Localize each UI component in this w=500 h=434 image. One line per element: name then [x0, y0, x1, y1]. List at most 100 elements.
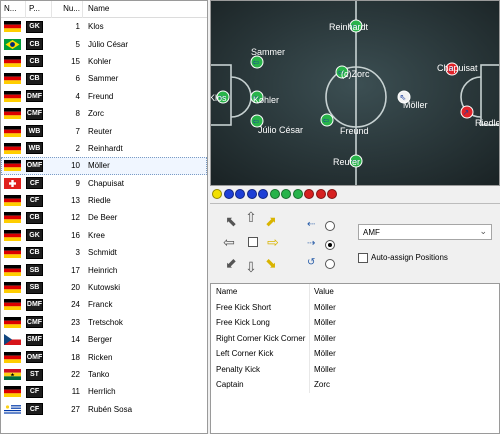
player-number: 5: [75, 39, 80, 49]
pitch-player[interactable]: ⇦Reuter: [333, 154, 363, 168]
color-ball-icon[interactable]: [269, 189, 280, 199]
list-row[interactable]: CB 15 Kohler: [1, 53, 207, 70]
property-row[interactable]: Captain Zorc: [211, 377, 499, 393]
player-number: 10: [71, 161, 80, 171]
list-row[interactable]: CB 12 De Beer: [1, 209, 207, 226]
list-row[interactable]: OMF 18 Ricken: [1, 348, 207, 365]
list-row[interactable]: SB 17 Heinrich: [1, 261, 207, 278]
property-value[interactable]: Möller: [310, 334, 336, 343]
position-badge: WB: [26, 125, 43, 138]
column-name-header[interactable]: Name: [83, 1, 207, 18]
list-row[interactable]: CF 13 Riedle: [1, 192, 207, 209]
pitch-graphic: ⇦Klos⇦Sammer⇦Kohler⇦Júlio César⇦Reinhard…: [211, 1, 499, 185]
list-row[interactable]: CB 3 Schmidt: [1, 244, 207, 261]
list-row[interactable]: CF 11 Herrlich: [1, 383, 207, 400]
list-row[interactable]: ST 22 Tanko: [1, 366, 207, 383]
property-value[interactable]: Möller: [310, 303, 336, 312]
list-row[interactable]: CB 5 Júlio César: [1, 35, 207, 52]
player-name: Tanko: [88, 370, 110, 379]
property-value[interactable]: Zorc: [310, 380, 330, 389]
list-row[interactable]: CF 27 Rubén Sosa: [1, 401, 207, 418]
flag-czech-icon: [1, 334, 26, 346]
color-ball-icon[interactable]: [281, 189, 291, 199]
property-row[interactable]: Free Kick Short Möller: [211, 299, 499, 315]
player-list[interactable]: N... P... Nu... Name GK 1 Klos CB 5 Júlio Cés…: [0, 0, 208, 434]
player-label: Möller: [403, 100, 428, 110]
position-select[interactable]: AMF ⌄: [358, 224, 492, 240]
list-row[interactable]: DMF 4 Freund: [1, 88, 207, 105]
radio-option-1[interactable]: [325, 221, 335, 231]
column-nationality-header[interactable]: N...: [1, 1, 26, 18]
list-row[interactable]: SMF 14 Berger: [1, 331, 207, 348]
arrow-down-right-icon[interactable]: ⬊: [264, 256, 278, 270]
formation-pitch[interactable]: ⇦Klos⇦Sammer⇦Kohler⇦Júlio César⇦Reinhard…: [210, 0, 500, 186]
arrow-down-icon[interactable]: ⇩: [244, 260, 258, 274]
arrow-up-icon[interactable]: ⇧: [244, 210, 258, 224]
player-number: 3: [75, 248, 80, 258]
player-number: 13: [71, 196, 80, 206]
player-label: Reinhardt: [329, 22, 369, 32]
color-ball-icon[interactable]: [315, 189, 326, 199]
list-row[interactable]: WB 2 Reinhardt: [1, 140, 207, 157]
arrow-up-left-icon[interactable]: ⬉: [224, 214, 238, 228]
player-name: De Beer: [88, 213, 118, 223]
player-name: Tretschok: [88, 317, 123, 327]
color-ball-icon[interactable]: [223, 189, 234, 199]
flag-germany-icon: [1, 386, 26, 398]
column-number-header[interactable]: Nu...: [52, 1, 83, 18]
color-ball-icon[interactable]: [212, 189, 222, 199]
list-row[interactable]: GK 16 Kree: [1, 227, 207, 244]
list-row[interactable]: OMF 10 Möller: [1, 157, 207, 175]
list-row[interactable]: CMF 8 Zorc: [1, 105, 207, 122]
property-row[interactable]: Right Corner Kick Corner Möller: [211, 330, 499, 346]
auto-assign-checkbox[interactable]: [358, 253, 368, 263]
player-number: 23: [71, 317, 80, 327]
radio-option-2[interactable]: [325, 240, 335, 250]
property-name: Free Kick Short: [211, 299, 310, 315]
color-ball-icon[interactable]: [258, 189, 268, 199]
column-position-header[interactable]: P...: [26, 1, 52, 18]
player-name: Chapuisat: [88, 178, 125, 188]
color-ball-icon[interactable]: [327, 189, 337, 199]
color-ball-icon[interactable]: [235, 189, 245, 199]
radio-option-3[interactable]: [325, 259, 335, 269]
color-ball-icon[interactable]: [304, 189, 314, 199]
position-badge: CB: [26, 72, 43, 85]
list-header: N... P... Nu... Name: [1, 1, 207, 18]
property-value[interactable]: Möller: [310, 349, 336, 358]
flag-switzerland-icon: [1, 177, 26, 189]
color-ball-icon[interactable]: [292, 189, 303, 199]
property-value[interactable]: Möller: [310, 365, 336, 374]
list-row[interactable]: CB 6 Sammer: [1, 70, 207, 87]
chevron-down-icon: ⌄: [479, 226, 487, 236]
player-label: Klos: [211, 93, 227, 103]
pitch-player[interactable]: ⇦Klos: [211, 90, 230, 104]
position-badge: CMF: [26, 107, 43, 120]
list-row[interactable]: SB 20 Kutowski: [1, 279, 207, 296]
property-row[interactable]: Left Corner Kick Möller: [211, 346, 499, 362]
property-row[interactable]: Free Kick Long Möller: [211, 315, 499, 331]
flag-germany-icon: [1, 316, 26, 328]
list-row[interactable]: CMF 23 Tretschok: [1, 314, 207, 331]
property-name: Right Corner Kick Corner: [211, 330, 310, 346]
arrow-up-right-icon[interactable]: ⬈: [264, 214, 278, 228]
color-ball-icon[interactable]: [246, 189, 257, 199]
position-badge: CF: [26, 177, 43, 190]
position-badge: CB: [26, 246, 43, 259]
player-label: Freund: [340, 126, 369, 136]
arrow-left-icon[interactable]: ⇦: [222, 235, 236, 249]
player-number: 12: [71, 213, 80, 223]
property-row[interactable]: Penalty Kick Möller: [211, 361, 499, 377]
flag-germany-icon: [1, 299, 26, 311]
list-row[interactable]: DMF 24 Franck: [1, 296, 207, 313]
arrow-down-left-icon[interactable]: ⬋: [224, 256, 238, 270]
center-checkbox[interactable]: [248, 237, 258, 247]
player-name: Riedle: [88, 196, 111, 206]
list-row[interactable]: CF 9 Chapuisat: [1, 175, 207, 192]
property-value[interactable]: Möller: [310, 318, 336, 327]
position-badge: CF: [26, 385, 43, 398]
arrow-right-icon[interactable]: ⇨: [266, 235, 280, 249]
pitch-player[interactable]: ⇦Reinhardt: [329, 19, 369, 33]
list-row[interactable]: GK 1 Klos: [1, 18, 207, 35]
list-row[interactable]: WB 7 Reuter: [1, 122, 207, 139]
